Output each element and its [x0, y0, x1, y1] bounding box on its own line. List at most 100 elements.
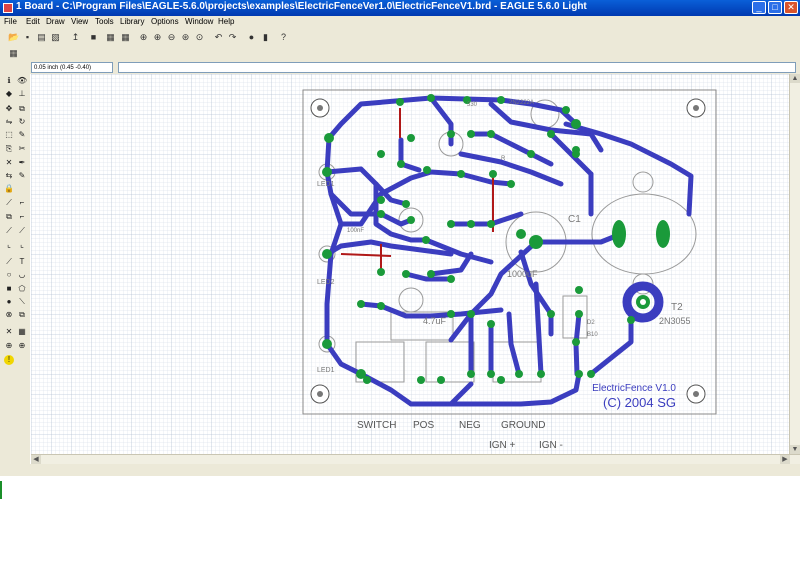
show-icon[interactable]: 👁	[17, 76, 27, 86]
value-icon[interactable]: ⇆	[4, 171, 14, 181]
main-toolbar: 📂 ▪ ▤ ▧ ↥ ■ ▦ ▦ ⊕ ⊕ ⊖ ⊛ ⊙ ↶ ↷ ● ▮ ?	[0, 30, 800, 47]
menu-window[interactable]: Window	[185, 17, 213, 26]
r330-label: 330	[467, 102, 478, 108]
parameter-toolbar: ▦	[0, 46, 800, 61]
c1-label: C1	[568, 214, 581, 225]
name-icon[interactable]: ✒	[17, 158, 27, 168]
led2-label: LED2	[317, 279, 335, 286]
menu-file[interactable]: File	[4, 17, 17, 26]
smash-icon[interactable]: ✎	[17, 171, 27, 181]
line-icon[interactable]: ⟋	[4, 257, 14, 267]
lock-icon[interactable]: 🔒	[4, 184, 14, 194]
save-icon[interactable]: ▪	[22, 32, 33, 43]
signal-draw-icon[interactable]: ⟍	[17, 297, 27, 307]
cut-icon[interactable]: ✕	[4, 158, 14, 168]
grid-icon[interactable]: ▦	[8, 48, 19, 59]
arc-icon[interactable]: ◡	[17, 270, 27, 280]
redo-icon[interactable]: ↷	[227, 32, 238, 43]
auto-icon[interactable]: ▦	[17, 327, 27, 337]
mirror-icon[interactable]: ⇋	[4, 117, 14, 127]
menu-view[interactable]: View	[71, 17, 88, 26]
menu-library[interactable]: Library	[120, 17, 144, 26]
zoom-select-icon[interactable]: ⊙	[194, 32, 205, 43]
zoom-redraw-icon[interactable]: ⊛	[180, 32, 191, 43]
command-toolbar: ℹ 👁 ◆ ⊥ ✥ ⧉ ⇋ ↻ ⬚ ✎ ⎘ ✂ ✕ ✒ ⇆ ✎ 🔒 ⟋ ⌐ ⧉ …	[0, 74, 30, 464]
ground-label: GROUND	[501, 420, 545, 431]
resistor-label: R	[501, 156, 506, 162]
scroll-up-icon[interactable]: ▲	[790, 74, 800, 83]
drc-icon[interactable]: ⊕	[4, 341, 14, 351]
open-icon[interactable]: 📂	[8, 32, 19, 43]
ign-plus-label: IGN +	[489, 440, 516, 451]
pcb-layout: 1000uF C1 T2 2N3055 4.7uF 2N2222A LED1 L…	[31, 74, 789, 454]
zoom-out-icon[interactable]: ⊖	[166, 32, 177, 43]
polygon-icon[interactable]: ⬠	[17, 284, 27, 294]
autoroute-icon[interactable]: ⌞	[17, 240, 27, 250]
change-icon[interactable]: ✎	[17, 130, 27, 140]
split-icon[interactable]: ⌐	[17, 198, 27, 208]
board-icon[interactable]: ▦	[120, 32, 131, 43]
errors-icon[interactable]: ⊕	[17, 341, 27, 351]
group-icon[interactable]: ⬚	[4, 130, 14, 140]
optimize-icon[interactable]: ⧉	[4, 212, 14, 222]
vertical-scrollbar[interactable]: ▲ ▼	[789, 74, 800, 454]
cap-47uf-label: 4.7uF	[423, 316, 447, 326]
transistor-2n2222-label: 2N2222A	[509, 100, 534, 106]
help-icon[interactable]: ?	[278, 32, 289, 43]
display-icon[interactable]: ◆	[4, 89, 14, 99]
circle-icon[interactable]: ○	[4, 270, 14, 280]
command-line-input[interactable]	[118, 62, 796, 73]
ratsnest-icon[interactable]: ✕	[4, 327, 14, 337]
wire-icon[interactable]: ⟋	[17, 226, 27, 236]
script-icon[interactable]: ↥	[70, 32, 81, 43]
menu-draw[interactable]: Draw	[46, 17, 65, 26]
signal-icon[interactable]: ⌞	[4, 240, 14, 250]
title-bar: 1 Board - C:\Program Files\EAGLE-5.6.0\p…	[0, 0, 800, 16]
scroll-down-icon[interactable]: ▼	[790, 445, 800, 454]
close-button[interactable]: ✕	[784, 1, 798, 14]
paste-icon[interactable]: ⎘	[4, 144, 14, 154]
neg-label: NEG	[459, 420, 481, 431]
maximize-button[interactable]: □	[768, 1, 782, 14]
menu-edit[interactable]: Edit	[26, 17, 40, 26]
led1-label: LED1	[317, 181, 335, 188]
cam-icon[interactable]: ▧	[50, 32, 61, 43]
move-icon[interactable]: ✥	[4, 104, 14, 114]
board-canvas[interactable]: 1000uF C1 T2 2N3055 4.7uF 2N2222A LED1 L…	[31, 74, 789, 454]
menu-options[interactable]: Options	[151, 17, 179, 26]
ulp-icon[interactable]: ■	[88, 32, 99, 43]
rotate-icon[interactable]: ↻	[17, 117, 27, 127]
focus-indicator	[0, 481, 2, 499]
copy-icon[interactable]: ⧉	[17, 104, 27, 114]
scroll-left-icon[interactable]: ◀	[31, 455, 41, 464]
via-icon[interactable]: ●	[4, 297, 14, 307]
minimize-button[interactable]: _	[752, 1, 766, 14]
go-icon[interactable]: ▮	[260, 32, 271, 43]
menu-help[interactable]: Help	[218, 17, 234, 26]
zoom-in-icon[interactable]: ⊕	[152, 32, 163, 43]
zoom-fit-icon[interactable]: ⊕	[138, 32, 149, 43]
stop-icon[interactable]: ●	[246, 32, 257, 43]
pos-label: POS	[413, 420, 434, 431]
mark-icon[interactable]: ⊥	[17, 89, 27, 99]
hole-icon[interactable]: ⊗	[4, 310, 14, 320]
switch-label: SWITCH	[357, 420, 396, 431]
schematic-icon[interactable]: ▦	[105, 32, 116, 43]
horizontal-scrollbar[interactable]: ◀ ▶	[31, 454, 800, 464]
ripup-icon[interactable]: ⟋	[4, 226, 14, 236]
rect-icon[interactable]: ■	[4, 284, 14, 294]
coordinate-display: 0.05 inch (0.45 -0.40)	[31, 62, 113, 73]
undo-icon[interactable]: ↶	[213, 32, 224, 43]
attribute-icon[interactable]: ⧉	[17, 310, 27, 320]
info-icon[interactable]: ℹ	[4, 76, 14, 86]
delete-icon[interactable]: ✂	[17, 144, 27, 154]
miter-icon[interactable]: ⟋	[4, 198, 14, 208]
menu-tools[interactable]: Tools	[95, 17, 114, 26]
warning-icon[interactable]: !	[4, 355, 14, 365]
menu-bar: File Edit Draw View Tools Library Option…	[0, 16, 800, 30]
print-icon[interactable]: ▤	[36, 32, 47, 43]
route-icon[interactable]: ⌐	[17, 212, 27, 222]
led3-label: LED1	[317, 367, 335, 374]
scroll-right-icon[interactable]: ▶	[780, 455, 790, 464]
text-icon[interactable]: T	[17, 257, 27, 267]
